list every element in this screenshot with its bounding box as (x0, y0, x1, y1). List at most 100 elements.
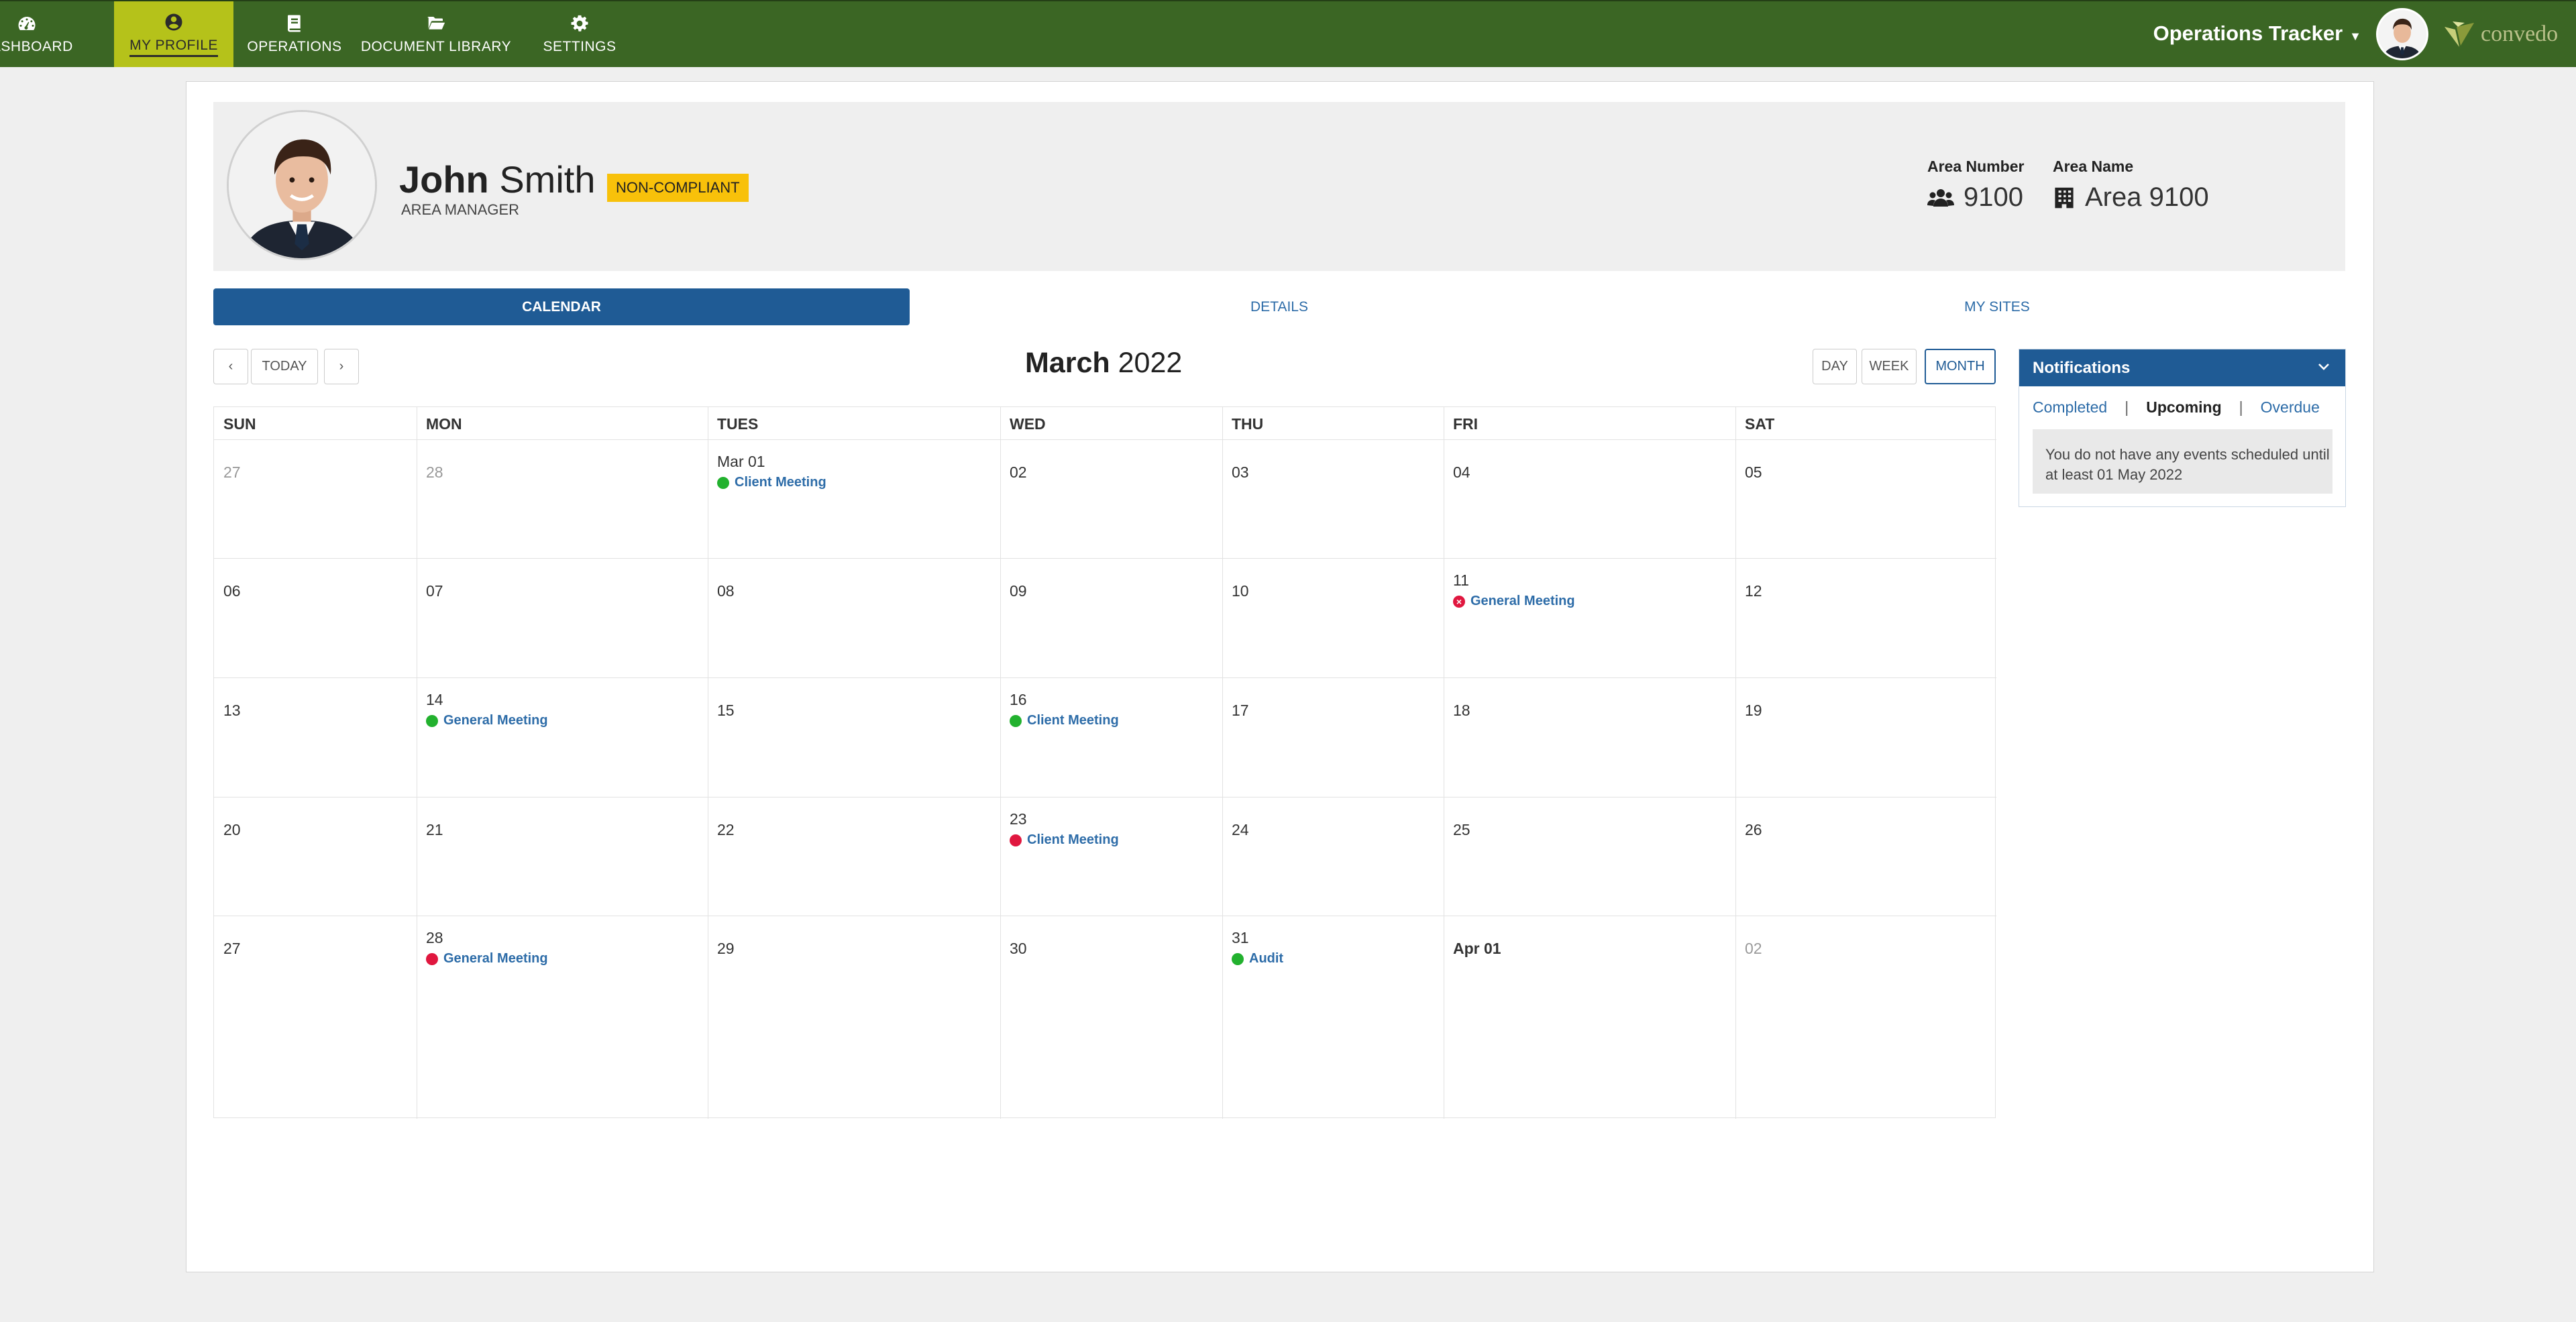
view-week-button[interactable]: WEEK (1862, 349, 1917, 384)
calendar-day-cell[interactable]: 17 (1222, 677, 1444, 797)
day-number: 17 (1232, 702, 1249, 719)
nav-operations[interactable]: OPERATIONS (240, 1, 349, 67)
prev-month-button[interactable]: ‹ (213, 349, 248, 384)
calendar-day-cell[interactable]: 22 (708, 797, 1000, 916)
filter-overdue[interactable]: Overdue (2261, 398, 2320, 417)
next-month-button[interactable]: › (324, 349, 359, 384)
day-number: 14 (426, 691, 443, 708)
calendar-day-cell[interactable]: 12 (1735, 558, 1996, 677)
convedo-logo: convedo (2442, 19, 2558, 50)
user-avatar[interactable] (2376, 8, 2428, 60)
area-number-value: 9100 (1927, 182, 2024, 213)
profile-name: John Smith (399, 158, 595, 201)
calendar-day-cell[interactable]: 27 (214, 439, 417, 558)
calendar-day-cell[interactable]: 31 Audit (1222, 916, 1444, 1119)
calendar-day-cell[interactable]: 24 (1222, 797, 1444, 916)
calendar-day-cell[interactable]: 06 (214, 558, 417, 677)
calendar-day-cell[interactable]: 21 (417, 797, 708, 916)
calendar-day-cell[interactable]: 16 Client Meeting (1000, 677, 1222, 797)
tab-my-sites[interactable]: MY SITES (1649, 288, 2345, 325)
chevron-right-icon: › (339, 359, 344, 374)
app-switcher[interactable]: Operations Tracker ▼ (2153, 21, 2361, 46)
calendar-day-cell[interactable]: 13 (214, 677, 417, 797)
profile-tabs: CALENDAR DETAILS MY SITES (213, 288, 2345, 325)
calendar-day-cell[interactable]: 15 (708, 677, 1000, 797)
notifications-title: Notifications (2033, 358, 2131, 377)
calendar-month-title: March 2022 (1025, 347, 1182, 380)
view-month-button[interactable]: MONTH (1925, 349, 1996, 384)
tab-calendar[interactable]: CALENDAR (213, 288, 910, 325)
dashboard-icon (18, 16, 36, 30)
day-number: 25 (1453, 821, 1470, 838)
calendar-event[interactable]: Client Meeting (1010, 832, 1222, 848)
compliance-status-badge: NON-COMPLIANT (607, 174, 749, 202)
day-number: 08 (717, 582, 735, 600)
area-name-value: Area 9100 (2053, 182, 2209, 213)
nav-document-library-label: DOCUMENT LIBRARY (360, 39, 512, 54)
nav-document-library[interactable]: DOCUMENT LIBRARY (359, 1, 513, 67)
calendar-day-cell[interactable]: 10 (1222, 558, 1444, 677)
event-status-dot (1010, 834, 1022, 846)
calendar-day-cell[interactable]: 25 (1444, 797, 1735, 916)
calendar-day-cell[interactable]: 04 (1444, 439, 1735, 558)
calendar-day-cell[interactable]: 23 Client Meeting (1000, 797, 1222, 916)
calendar-day-cell[interactable]: 02 (1735, 916, 1996, 1119)
nav-dashboard[interactable]: DASHBOARD (0, 1, 72, 67)
calendar-event[interactable]: Audit (1232, 951, 1444, 967)
day-number: 02 (1010, 463, 1027, 481)
calendar-day-cell[interactable]: 11 × General Meeting (1444, 558, 1735, 677)
calendar-event[interactable]: Client Meeting (717, 475, 1000, 490)
filter-upcoming[interactable]: Upcoming (2146, 398, 2221, 417)
profile-header: John Smith AREA MANAGER NON-COMPLIANT Ar… (213, 102, 2345, 271)
calendar-day-cell[interactable]: 19 (1735, 677, 1996, 797)
calendar-day-cell[interactable]: Mar 01 Client Meeting (708, 439, 1000, 558)
day-number: 15 (717, 702, 735, 719)
weekday-header: WED (1010, 415, 1046, 433)
calendar-day-cell[interactable]: 03 (1222, 439, 1444, 558)
day-number: 19 (1745, 702, 1762, 719)
profile-photo (227, 110, 377, 260)
day-number: 03 (1232, 463, 1249, 481)
calendar-month: March (1025, 347, 1110, 379)
calendar-event[interactable]: General Meeting (426, 951, 708, 967)
calendar-day-cell[interactable]: 29 (708, 916, 1000, 1119)
nav-my-profile[interactable]: MY PROFILE (114, 1, 233, 67)
tab-details[interactable]: DETAILS (931, 288, 1627, 325)
calendar-event[interactable]: General Meeting (426, 713, 708, 728)
calendar-day-cell[interactable]: 08 (708, 558, 1000, 677)
day-number: 04 (1453, 463, 1470, 481)
calendar-day-cell[interactable]: 30 (1000, 916, 1222, 1119)
today-button[interactable]: TODAY (251, 349, 318, 384)
weekday-header: SUN (223, 415, 256, 433)
calendar-day-cell[interactable]: 18 (1444, 677, 1735, 797)
day-number: 11 (1453, 571, 1469, 589)
nav-settings[interactable]: SETTINGS (527, 1, 633, 67)
notifications-header[interactable]: Notifications (2019, 349, 2345, 386)
profile-last-name: Smith (499, 158, 596, 201)
nav-dashboard-label: DASHBOARD (0, 39, 73, 54)
event-title: Client Meeting (1027, 832, 1119, 847)
event-status-dot (1010, 714, 1022, 727)
building-icon (2055, 187, 2074, 208)
filter-completed[interactable]: Completed (2033, 398, 2107, 417)
calendar-event[interactable]: Client Meeting (1010, 713, 1222, 728)
event-title: General Meeting (443, 713, 548, 728)
calendar-day-cell[interactable]: 28 General Meeting (417, 916, 708, 1119)
users-icon (1927, 188, 1954, 207)
calendar-day-cell[interactable]: 07 (417, 558, 708, 677)
area-number-label: Area Number (1927, 158, 2025, 175)
calendar-day-cell[interactable]: Apr 01 (1444, 916, 1735, 1119)
calendar-day-cell[interactable]: 26 (1735, 797, 1996, 916)
day-number: 09 (1010, 582, 1027, 600)
calendar-day-cell[interactable]: 02 (1000, 439, 1222, 558)
nav-operations-label: OPERATIONS (247, 39, 342, 54)
calendar-day-cell[interactable]: 28 (417, 439, 708, 558)
calendar-event[interactable]: × General Meeting (1453, 594, 1735, 609)
calendar-day-cell[interactable]: 05 (1735, 439, 1996, 558)
calendar-day-cell[interactable]: 14 General Meeting (417, 677, 708, 797)
calendar-day-cell[interactable]: 20 (214, 797, 417, 916)
profile-first-name: John (399, 158, 489, 201)
calendar-day-cell[interactable]: 09 (1000, 558, 1222, 677)
calendar-day-cell[interactable]: 27 (214, 916, 417, 1119)
view-day-button[interactable]: DAY (1813, 349, 1857, 384)
